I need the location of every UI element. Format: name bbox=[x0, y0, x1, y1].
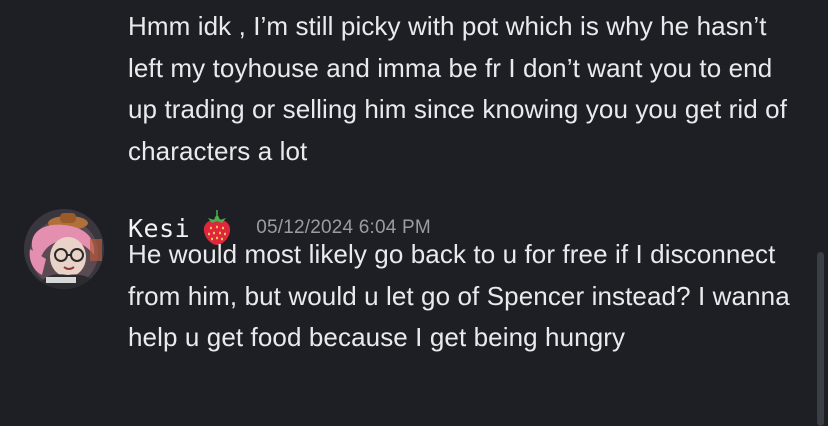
message-text-continued[interactable]: Hmm idk , I’m still picky with pot which… bbox=[128, 6, 800, 172]
avatar-illustration-icon bbox=[24, 209, 104, 289]
chat-view: Hmm idk , I’m still picky with pot which… bbox=[0, 0, 828, 426]
scrollbar-thumb[interactable] bbox=[817, 252, 824, 426]
message-text[interactable]: He would most likely go back to u for fr… bbox=[128, 234, 800, 359]
user-avatar[interactable] bbox=[24, 209, 104, 289]
